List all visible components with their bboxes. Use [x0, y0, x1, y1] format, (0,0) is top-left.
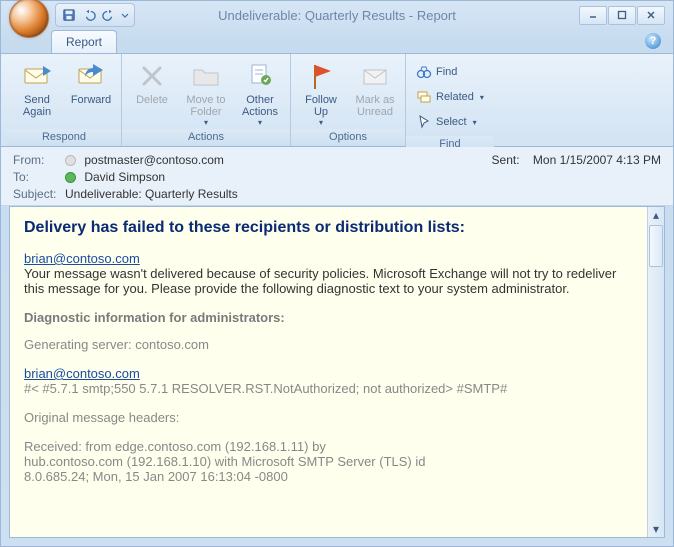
ndr-title: Delivery has failed to these recipients …: [24, 219, 630, 237]
scroll-thumb[interactable]: [649, 225, 663, 267]
to-label: To:: [13, 170, 65, 184]
scrollbar[interactable]: ▴ ▾: [647, 207, 664, 537]
forward-button[interactable]: Forward: [65, 58, 117, 108]
related-button[interactable]: Related ▾: [412, 85, 488, 109]
ribbon: Send Again Forward Respond Delete: [1, 53, 673, 147]
group-label-options: Options: [291, 129, 405, 146]
sent-value: Mon 1/15/2007 4:13 PM: [533, 153, 661, 167]
group-respond: Send Again Forward Respond: [7, 54, 122, 146]
select-button[interactable]: Select ▾: [412, 110, 488, 134]
group-actions: Delete Move to Folder ▾ Other Actions ▾: [122, 54, 291, 146]
save-icon[interactable]: [60, 6, 78, 24]
sent-label: Sent:: [492, 153, 520, 167]
folder-icon: [190, 60, 222, 92]
message-header: From: postmaster@contoso.com Sent: Mon 1…: [1, 147, 673, 206]
presence-icon: [65, 155, 76, 166]
follow-up-button[interactable]: Follow Up ▾: [295, 58, 347, 129]
find-button[interactable]: Find: [412, 60, 488, 84]
flag-icon: [305, 60, 337, 92]
group-label-respond: Respond: [7, 129, 121, 146]
chevron-down-icon: ▾: [258, 118, 262, 127]
help-button[interactable]: ?: [645, 33, 661, 49]
presence-icon: [65, 172, 76, 183]
message-body[interactable]: Delivery has failed to these recipients …: [10, 207, 648, 537]
group-label-actions: Actions: [122, 129, 290, 146]
window-controls: [579, 6, 665, 25]
recipient-link[interactable]: brian@contoso.com: [24, 251, 140, 266]
related-icon: [416, 89, 432, 105]
mark-unread-button[interactable]: Mark as Unread: [349, 58, 401, 120]
group-find: Find Related ▾ Select ▾: [406, 54, 494, 146]
move-to-folder-button[interactable]: Move to Folder ▾: [180, 58, 232, 129]
title-bar: Undeliverable: Quarterly Results - Repor…: [1, 1, 673, 29]
ribbon-tabs: Report ?: [1, 29, 673, 53]
scroll-down-icon[interactable]: ▾: [649, 521, 663, 537]
diagnostic-heading: Diagnostic information for administrator…: [24, 310, 630, 325]
received-line-1: Received: from edge.contoso.com (192.168…: [24, 439, 326, 454]
smtp-error-line: #< #5.7.1 smtp;550 5.7.1 RESOLVER.RST.No…: [24, 381, 507, 396]
recipient-link-2[interactable]: brian@contoso.com: [24, 366, 140, 381]
from-value[interactable]: postmaster@contoso.com: [84, 153, 224, 167]
forward-icon: [75, 60, 107, 92]
scroll-up-icon[interactable]: ▴: [649, 207, 663, 223]
chevron-down-icon: ▾: [319, 118, 323, 127]
message-body-pane: Delivery has failed to these recipients …: [9, 206, 665, 538]
generating-server: Generating server: contoso.com: [24, 337, 630, 352]
other-actions-button[interactable]: Other Actions ▾: [234, 58, 286, 129]
envelope-icon: [359, 60, 391, 92]
subject-label: Subject:: [13, 187, 65, 201]
received-line-2: hub.contoso.com (192.168.1.10) with Micr…: [24, 454, 425, 469]
app-window: Undeliverable: Quarterly Results - Repor…: [0, 0, 674, 547]
ndr-explain: Your message wasn't delivered because of…: [24, 266, 616, 296]
chevron-down-icon: ▾: [480, 93, 484, 102]
window-title: Undeliverable: Quarterly Results - Repor…: [95, 8, 579, 23]
maximize-button[interactable]: [608, 6, 636, 25]
send-again-icon: [21, 60, 53, 92]
binoculars-icon: [416, 64, 432, 80]
subject-value: Undeliverable: Quarterly Results: [65, 187, 661, 201]
other-actions-icon: [244, 60, 276, 92]
delete-icon: [136, 60, 168, 92]
group-options: Follow Up ▾ Mark as Unread Options: [291, 54, 406, 146]
delete-button[interactable]: Delete: [126, 58, 178, 108]
chevron-down-icon: ▾: [204, 118, 208, 127]
received-line-3: 8.0.685.24; Mon, 15 Jan 2007 16:13:04 -0…: [24, 469, 288, 484]
original-headers-label: Original message headers:: [24, 410, 630, 425]
from-label: From:: [13, 153, 65, 167]
send-again-button[interactable]: Send Again: [11, 58, 63, 120]
close-button[interactable]: [637, 6, 665, 25]
to-value[interactable]: David Simpson: [84, 170, 165, 184]
chevron-down-icon: ▾: [473, 118, 477, 127]
cursor-icon: [416, 114, 432, 130]
tab-report[interactable]: Report: [51, 30, 117, 53]
minimize-button[interactable]: [579, 6, 607, 25]
